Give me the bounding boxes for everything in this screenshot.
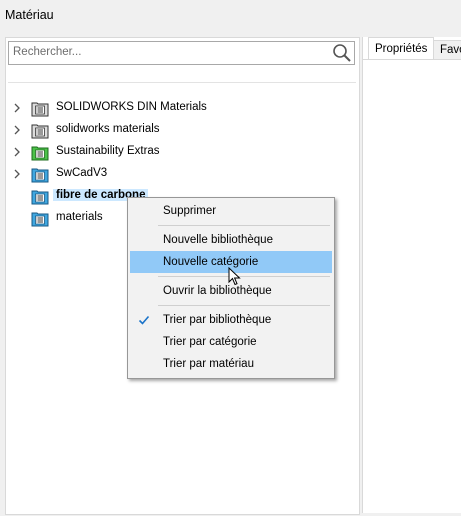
- tree-item-label: Sustainability Extras: [56, 145, 160, 157]
- properties-panel: Propriétés Favo: [362, 37, 461, 513]
- library-icon: [31, 124, 49, 139]
- tree-item-swcadv3[interactable]: SwCadV3: [6, 164, 306, 184]
- menu-item-supprimer[interactable]: Supprimer: [130, 200, 332, 222]
- menu-item-label: Ouvrir la bibliothèque: [163, 285, 272, 297]
- tree-item-solidworks-materials[interactable]: solidworks materials: [6, 120, 306, 140]
- menu-item-label: Nouvelle catégorie: [163, 256, 259, 268]
- menu-item-label: Trier par matériau: [163, 358, 254, 370]
- menu-item-label: Trier par catégorie: [163, 336, 257, 348]
- chevron-right-icon[interactable]: [12, 168, 22, 180]
- menu-item-nouvelle-bibliotheque[interactable]: Nouvelle bibliothèque: [130, 229, 332, 251]
- window-title: Matériau: [5, 8, 54, 22]
- menu-item-trier-par-categorie[interactable]: Trier par catégorie: [130, 331, 332, 353]
- tree-item-label: materials: [56, 211, 103, 223]
- search-placeholder: Rechercher...: [13, 46, 82, 58]
- context-menu: Supprimer Nouvelle bibliothèque Nouvelle…: [127, 197, 335, 379]
- tab-favoris[interactable]: Favo: [433, 40, 461, 60]
- chevron-right-icon[interactable]: [12, 146, 22, 158]
- library-icon: [31, 168, 49, 183]
- divider: [8, 82, 356, 83]
- menu-item-label: Trier par bibliothèque: [163, 314, 272, 326]
- tree-item-label: SOLIDWORKS DIN Materials: [56, 101, 207, 113]
- menu-separator: [158, 276, 330, 277]
- menu-item-trier-par-bibliotheque[interactable]: Trier par bibliothèque: [130, 309, 332, 331]
- tree-item-label: solidworks materials: [56, 123, 160, 135]
- check-icon: [138, 315, 150, 325]
- tab-proprietes[interactable]: Propriétés: [368, 37, 435, 60]
- tab-divider: [363, 59, 461, 60]
- search-input[interactable]: Rechercher...: [8, 41, 355, 65]
- library-icon: [31, 102, 49, 117]
- chevron-right-icon[interactable]: [12, 124, 22, 136]
- chevron-right-icon[interactable]: [12, 102, 22, 114]
- tree-item-solidworks-din[interactable]: SOLIDWORKS DIN Materials: [6, 98, 306, 118]
- library-icon: [31, 212, 49, 227]
- menu-separator: [158, 225, 330, 226]
- tree-item-label: SwCadV3: [56, 167, 108, 179]
- menu-separator: [158, 305, 330, 306]
- mouse-cursor-icon: [228, 267, 241, 286]
- search-icon[interactable]: [332, 43, 352, 63]
- library-icon: [31, 190, 49, 205]
- tree-item-sustainability-extras[interactable]: Sustainability Extras: [6, 142, 306, 162]
- menu-item-trier-par-materiau[interactable]: Trier par matériau: [130, 353, 332, 375]
- menu-item-label: Nouvelle bibliothèque: [163, 234, 273, 246]
- menu-item-label: Supprimer: [163, 205, 217, 217]
- library-icon: [31, 146, 49, 161]
